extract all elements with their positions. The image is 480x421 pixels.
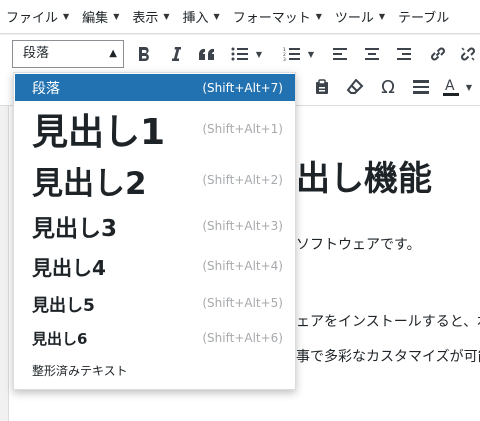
clear-formatting-button[interactable] <box>341 73 369 101</box>
horizontal-line-button[interactable] <box>407 73 435 101</box>
caret-down-icon: ▼ <box>213 12 220 21</box>
align-center-button[interactable] <box>358 40 386 68</box>
caret-down-icon: ▼ <box>113 12 120 21</box>
menu-insert-label: 挿入 <box>182 11 209 26</box>
eraser-icon <box>346 79 364 94</box>
format-select-value: 段落 <box>23 46 50 61</box>
dropdown-item-heading6[interactable]: 見出し6 (Shift+Alt+6) <box>15 323 295 353</box>
quote-icon <box>198 48 214 60</box>
svg-text:A: A <box>445 78 455 94</box>
italic-button[interactable] <box>162 40 190 68</box>
editor-line-3: 事で多彩なカスタマイズが可能 <box>296 349 480 365</box>
caret-down-icon: ▼ <box>63 12 70 21</box>
menu-edit-label: 編集 <box>82 11 109 26</box>
dropdown-item-heading5[interactable]: 見出し5 (Shift+Alt+5) <box>15 287 295 319</box>
bullet-list-button[interactable] <box>226 40 254 68</box>
menu-file-label: ファイル <box>6 11 59 26</box>
align-right-button[interactable] <box>390 40 418 68</box>
dropdown-item-heading3[interactable]: 見出し3 (Shift+Alt+3) <box>15 207 295 245</box>
menu-tools-label: ツール <box>334 11 374 26</box>
dropdown-item-shortcut: (Shift+Alt+3) <box>202 219 283 233</box>
menu-table-label: テーブル <box>398 11 450 26</box>
dropdown-item-label: 見出し5 <box>32 295 95 316</box>
caret-down-icon: ▼ <box>465 82 473 92</box>
link-icon <box>431 47 445 61</box>
numbered-list-button[interactable]: 123 <box>278 40 306 68</box>
dropdown-item-label: 整形済みテキスト <box>32 363 128 378</box>
blockquote-button[interactable] <box>193 40 221 68</box>
dropdown-item-shortcut: (Shift+Alt+2) <box>202 173 283 187</box>
text-color-menu[interactable]: ▼ <box>462 73 476 101</box>
menu-tools[interactable]: ツール ▼ <box>335 7 385 26</box>
caret-down-icon: ▼ <box>255 49 263 59</box>
caret-down-icon: ▼ <box>307 49 315 59</box>
menu-insert[interactable]: 挿入 ▼ <box>183 7 220 26</box>
numbered-list-menu[interactable]: ▼ <box>303 40 319 68</box>
caret-down-icon: ▼ <box>378 12 386 21</box>
format-dropdown: 段落 (Shift+Alt+7) 見出し1 (Shift+Alt+1) 見出し2… <box>13 72 296 390</box>
menu-edit[interactable]: 編集 ▼ <box>82 7 119 26</box>
dropdown-item-preformatted[interactable]: 整形済みテキスト <box>15 357 295 383</box>
bold-button[interactable] <box>130 40 158 68</box>
caret-down-icon: ▼ <box>163 12 170 21</box>
bullet-list-menu[interactable]: ▼ <box>251 40 267 68</box>
menu-view-label: 表示 <box>132 11 159 26</box>
unlink-button[interactable] <box>454 40 480 68</box>
dropdown-item-label: 見出し1 <box>32 112 166 153</box>
dropdown-item-label: 段落 <box>32 80 60 97</box>
editor-window: ファイル ▼ 編集 ▼ 表示 ▼ 挿入 ▼ フォーマット ▼ ツール ▼ テーブル 段落 ▲… <box>0 0 480 421</box>
menu-table[interactable]: テーブル <box>398 7 449 26</box>
dropdown-item-shortcut: (Shift+Alt+4) <box>202 259 283 273</box>
dropdown-item-shortcut: (Shift+Alt+1) <box>202 122 283 136</box>
editor-heading: 出し機能 <box>296 159 432 199</box>
dropdown-item-heading1[interactable]: 見出し1 (Shift+Alt+1) <box>15 103 295 155</box>
horizontal-line-icon <box>413 80 429 94</box>
align-left-button[interactable] <box>326 40 354 68</box>
align-left-icon <box>333 48 347 60</box>
text-color-button[interactable]: A <box>440 73 462 101</box>
dropdown-item-shortcut: (Shift+Alt+5) <box>202 296 283 310</box>
dropdown-item-paragraph[interactable]: 段落 (Shift+Alt+7) <box>15 74 295 101</box>
menu-view[interactable]: 表示 ▼ <box>132 7 169 26</box>
italic-icon <box>172 47 181 61</box>
dropdown-item-label: 見出し2 <box>32 165 147 202</box>
caret-down-icon: ▼ <box>315 12 322 21</box>
clipboard-icon <box>316 79 328 94</box>
dropdown-item-shortcut: (Shift+Alt+6) <box>202 331 283 345</box>
bold-icon <box>139 46 149 61</box>
unlink-icon <box>461 47 475 61</box>
text-color-icon: A <box>443 78 459 96</box>
dropdown-item-heading2[interactable]: 見出し2 (Shift+Alt+2) <box>15 157 295 203</box>
dropdown-item-label: 見出し6 <box>32 329 88 348</box>
align-right-icon <box>397 48 411 60</box>
dropdown-item-label: 見出し4 <box>32 255 106 280</box>
dropdown-item-shortcut: (Shift+Alt+7) <box>202 80 283 95</box>
align-center-icon <box>365 48 379 60</box>
editor-line-1: ソフトウェアです。 <box>296 237 421 253</box>
insert-link-button[interactable] <box>424 40 452 68</box>
omega-icon: Ω <box>381 76 395 98</box>
caret-up-icon: ▲ <box>109 48 117 59</box>
menu-format[interactable]: フォーマット ▼ <box>233 7 322 26</box>
menu-format-label: フォーマット <box>232 11 311 26</box>
dropdown-item-heading4[interactable]: 見出し4 (Shift+Alt+4) <box>15 249 295 283</box>
menu-file[interactable]: ファイル ▼ <box>6 7 69 26</box>
svg-text:3: 3 <box>283 57 286 61</box>
editor-line-2: ェアをインストールすると、本格 <box>296 314 480 330</box>
dropdown-item-label: 見出し3 <box>32 216 118 242</box>
paste-text-button[interactable] <box>308 73 336 101</box>
numbered-list-icon: 123 <box>283 47 300 61</box>
format-select[interactable]: 段落 ▲ <box>12 40 124 68</box>
menubar: ファイル ▼ 編集 ▼ 表示 ▼ 挿入 ▼ フォーマット ▼ ツール ▼ テーブル <box>0 0 480 34</box>
bullet-list-icon <box>231 47 248 61</box>
special-char-button[interactable]: Ω <box>374 73 402 101</box>
